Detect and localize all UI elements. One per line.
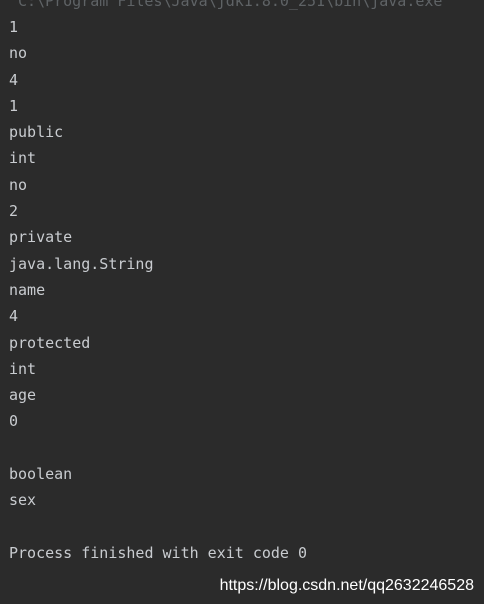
console-blank-line <box>9 514 307 540</box>
console-output-line: int <box>9 359 37 378</box>
console-output-line: 2 <box>9 202 19 221</box>
console-output-line: 0 <box>9 412 19 431</box>
console-output-line: 1 <box>9 96 19 115</box>
console-output-line: no <box>9 175 28 194</box>
console-output-line: boolean <box>9 465 73 484</box>
console-output: 1 no 4 1 public int no 2 private java.lang.String… <box>9 14 307 566</box>
console-output-line: 4 <box>9 307 19 326</box>
console-output-line: 1 <box>9 18 19 36</box>
console-output-line: Process finished with exit code 0 <box>9 543 308 562</box>
console-output-line: age <box>9 386 37 405</box>
console-output-line: sex <box>9 491 37 510</box>
console-output-line: no <box>9 44 28 63</box>
console-output-line: int <box>9 149 37 168</box>
console-output-line: java.lang.String <box>9 254 154 273</box>
console-output-line: private <box>9 228 73 247</box>
console-blank-line <box>9 435 307 461</box>
console-output-line: 4 <box>9 70 19 89</box>
run-console[interactable]: C:\Program Files\Java\jdk1.8.0_251\bin\j… <box>0 0 484 604</box>
java-command-line: C:\Program Files\Java\jdk1.8.0_251\bin\j… <box>18 0 443 10</box>
console-output-line: name <box>9 280 46 299</box>
console-output-line: protected <box>9 333 91 352</box>
blog-watermark: https://blog.csdn.net/qq2632246528 <box>219 577 474 594</box>
console-output-line: public <box>9 123 64 142</box>
